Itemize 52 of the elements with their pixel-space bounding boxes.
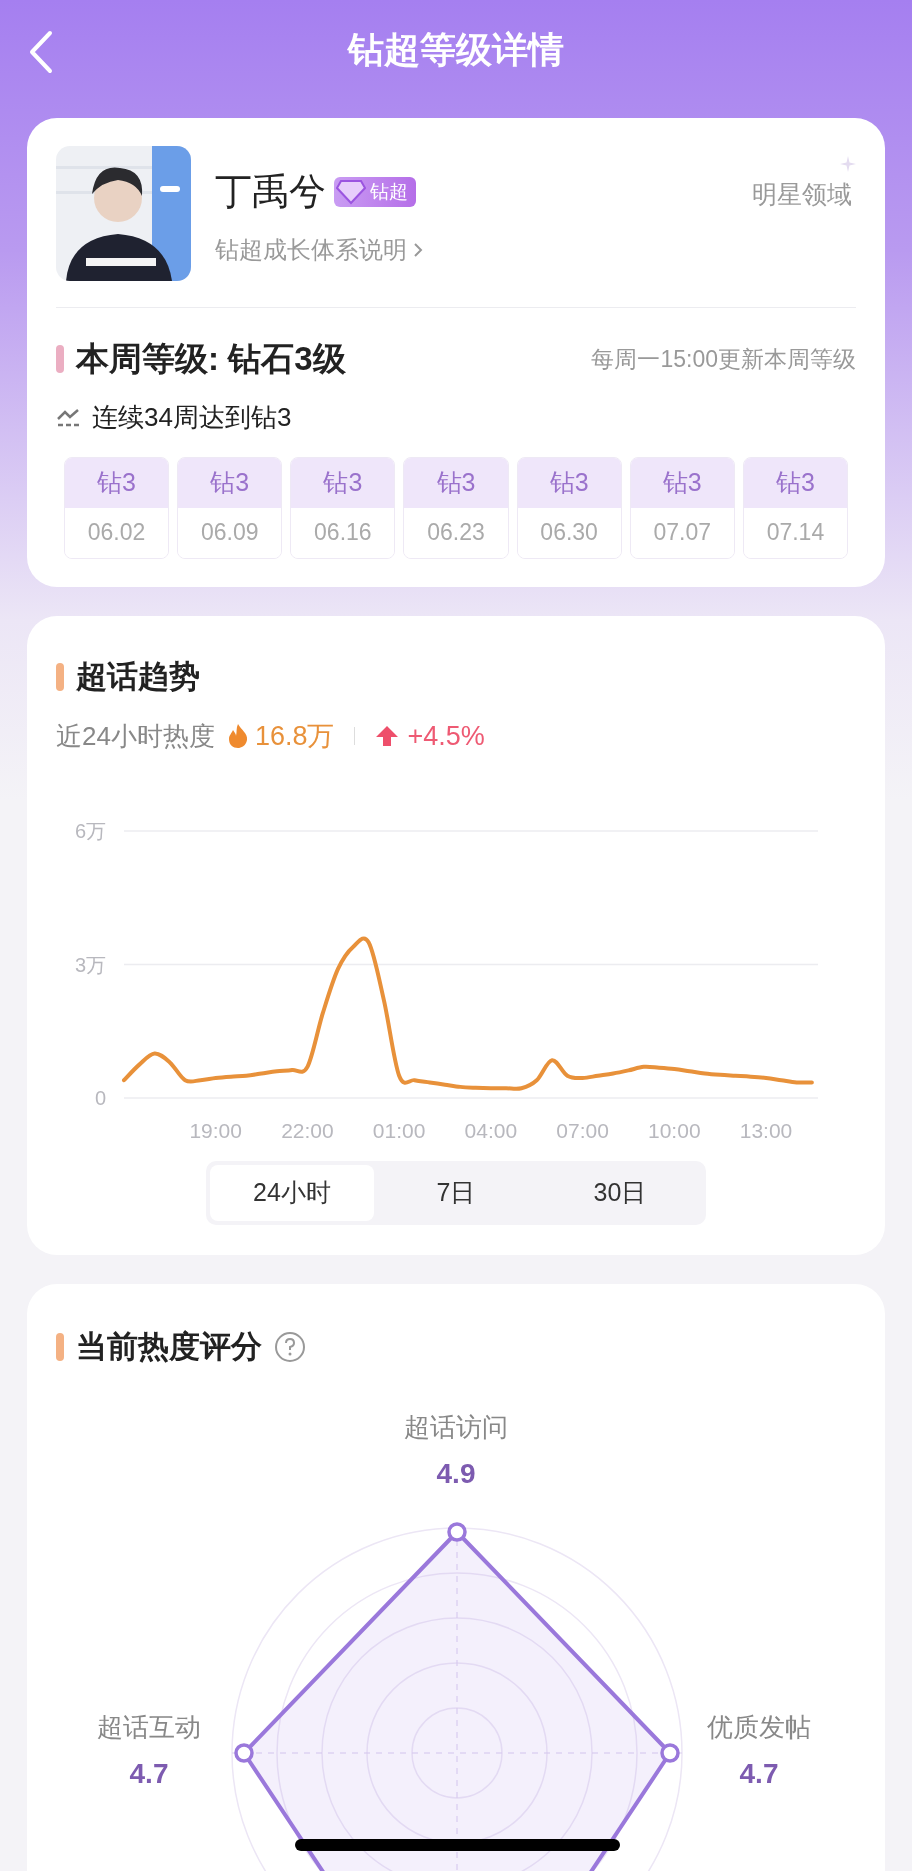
y-tick-label: 6万	[74, 819, 106, 842]
x-tick-label: 19:00	[189, 1118, 242, 1141]
heat-change: +4.5%	[407, 720, 485, 753]
week-level: 钻3	[291, 457, 395, 508]
update-note: 每周一15:00更新本周等级	[591, 344, 856, 374]
dimension-score: 4.7	[739, 1757, 779, 1791]
range-tab[interactable]: 30日	[538, 1164, 702, 1221]
dimension-label: 超话访问	[404, 1411, 508, 1444]
week-level: 钻3	[630, 457, 734, 508]
radar-point	[660, 1743, 680, 1763]
x-tick-label: 01:00	[372, 1118, 426, 1141]
x-tick-label: 04:00	[464, 1118, 518, 1141]
flame-icon	[226, 723, 249, 750]
range-tab[interactable]: 24小时	[210, 1164, 374, 1221]
section-title: 当前热度评分	[76, 1327, 262, 1366]
domain-label: 明星领域	[752, 180, 852, 208]
x-tick-label: 22:00	[281, 1118, 334, 1141]
accent-bar	[56, 1332, 64, 1361]
tier-badge: 钻超	[334, 176, 416, 207]
page-title: 钻超等级详情	[348, 28, 564, 72]
week-level: 钻3	[743, 457, 847, 508]
chevron-right-icon	[413, 241, 423, 258]
section-title: 本周等级: 钻石3级	[76, 339, 346, 379]
accent-bar	[56, 662, 64, 691]
range-tab[interactable]: 7日	[374, 1164, 538, 1221]
diamond-icon	[336, 178, 366, 205]
star-name: 丁禹兮	[215, 170, 326, 214]
y-tick-label: 0	[94, 1086, 106, 1109]
x-tick-label: 13:00	[739, 1118, 793, 1141]
dimension-label: 超话互动	[97, 1711, 201, 1744]
help-icon[interactable]	[274, 1330, 306, 1363]
streak-text: 连续34周达到钻3	[92, 400, 292, 434]
dimension-score: 4.9	[436, 1457, 476, 1491]
up-arrow-icon	[375, 724, 400, 749]
heat-value: 16.8万	[254, 720, 335, 753]
heat-label: 近24小时热度	[56, 719, 215, 753]
week-level: 钻3	[404, 457, 508, 508]
dimension-label: 优质发帖	[707, 1711, 811, 1744]
week-level: 钻3	[65, 457, 169, 508]
radar-point	[447, 1522, 467, 1542]
y-tick-label: 3万	[74, 953, 106, 975]
sparkle-icon	[840, 156, 856, 172]
dimension-score: 4.7	[129, 1757, 169, 1791]
week-level: 钻3	[178, 457, 282, 508]
x-tick-label: 10:00	[648, 1118, 701, 1141]
trend-icon	[56, 407, 82, 427]
back-icon[interactable]	[28, 30, 54, 74]
x-tick-label: 07:00	[556, 1118, 609, 1141]
radar-point	[234, 1743, 254, 1763]
accent-bar	[56, 344, 64, 373]
section-title: 超话趋势	[76, 657, 200, 696]
week-level: 钻3	[517, 457, 621, 508]
